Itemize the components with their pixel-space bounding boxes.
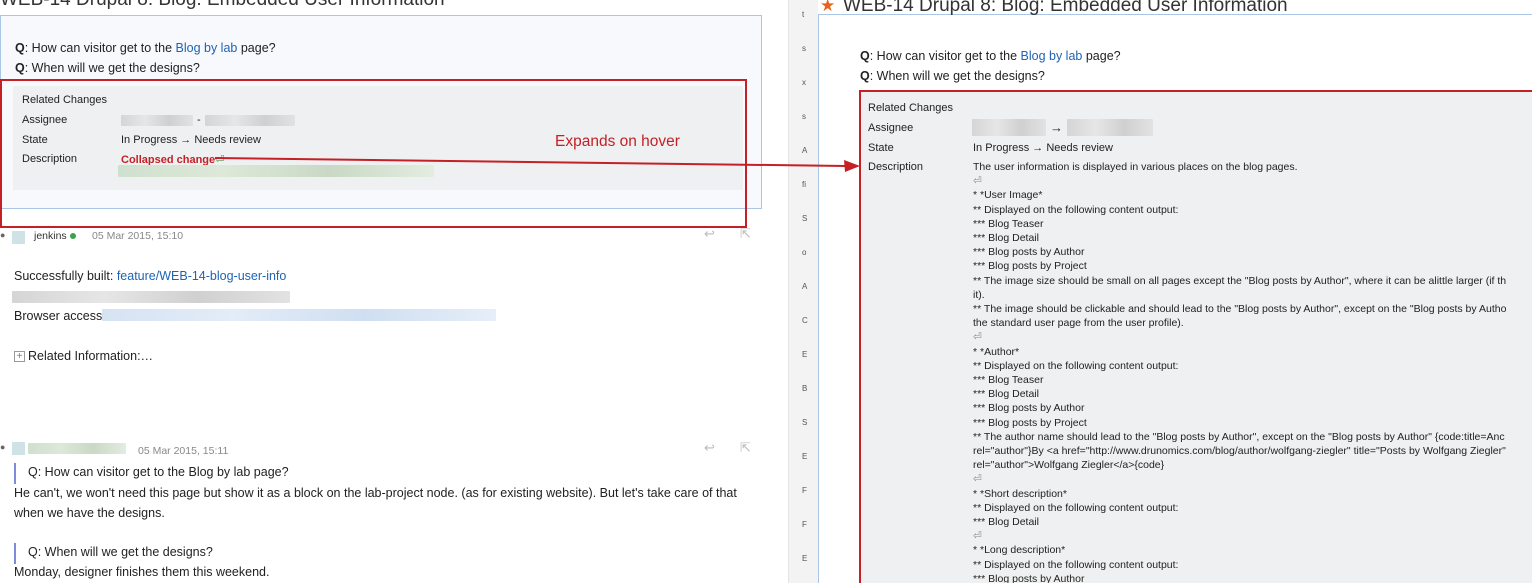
comment-1-meta: jenkins [34,230,76,242]
q-text-end: page? [237,41,276,55]
question-2: Q: When will we get the designs? [15,61,200,75]
avatar [12,231,25,244]
left-issue-title: WEB-14 Drupal 8: Blog: Embedded User Inf… [0,0,445,11]
browser-access-link-redacted[interactable] [102,309,496,321]
q-prefix: Q [860,49,870,63]
answer-2: Monday, designer finishes them this week… [14,565,270,579]
answer-1-line-2: when we have the designs. [14,506,165,520]
strip-char: x [802,78,806,87]
browser-access-label: Browser access: [14,309,106,323]
reply-icon[interactable]: ↩ [704,440,715,456]
strip-char: C [802,316,808,325]
build-status-text: Successfully built: [14,269,117,283]
comment-author[interactable]: jenkins [34,230,67,242]
build-url-redacted [12,291,290,303]
background-list-strip [788,0,818,583]
comment-2-date: 05 Mar 2015, 15:11 [138,445,229,457]
strip-char: F [802,520,807,529]
strip-char: S [802,418,808,427]
q-text: : When will we get the designs? [869,69,1045,83]
quote-bar [14,463,16,484]
q-text: : How can visitor get to the [24,41,176,55]
q-prefix: Q [15,41,25,55]
q-text-end: page? [1082,49,1121,63]
screenshot-root: WEB-14 Drupal 8: Blog: Embedded User Inf… [0,0,1532,583]
related-info-text: Related Information:… [28,349,154,363]
q-prefix: Q [15,61,25,75]
comment-1-date: 05 Mar 2015, 15:10 [92,230,184,242]
strip-char: S [802,214,808,223]
question-1: Q: How can visitor get to the Blog by la… [15,41,276,55]
edge-mark: ● [0,442,6,452]
q-prefix: Q [860,69,870,83]
strip-char: t [802,10,805,19]
online-status-icon [69,233,76,240]
annotation-box-expanded [859,90,1532,583]
edge-mark: ● [0,230,6,240]
reply-icon[interactable]: ↩ [704,226,715,242]
blog-by-lab-link[interactable]: Blog by lab [1021,49,1083,63]
star-icon[interactable]: ★ [820,0,835,16]
annotation-box-collapsed [0,79,747,228]
strip-char: E [802,350,808,359]
answer-1-line-1: He can't, we won't need this page but sh… [14,486,737,500]
right-issue-title: WEB-14 Drupal 8: Blog: Embedded User Inf… [843,0,1288,16]
strip-char: A [802,146,808,155]
strip-char: o [802,248,807,257]
strip-char: A [802,282,808,291]
strip-char: B [802,384,808,393]
avatar [12,442,25,455]
quote-bar [14,543,16,564]
share-icon[interactable]: ⇱ [740,226,751,242]
blog-by-lab-link[interactable]: Blog by lab [176,41,238,55]
build-branch-link[interactable]: feature/WEB-14-blog-user-info [117,269,287,283]
quote-1: Q: How can visitor get to the Blog by la… [28,465,289,479]
q-text: : How can visitor get to the [869,49,1021,63]
share-icon[interactable]: ⇱ [740,440,751,456]
strip-char: E [802,452,808,461]
related-information-toggle[interactable]: + Related Information:… [14,349,153,363]
strip-char: E [802,554,808,563]
left-issue-pane: WEB-14 Drupal 8: Blog: Embedded User Inf… [0,0,788,583]
strip-char: fi [802,180,806,189]
comment-2-author-redacted[interactable] [28,443,126,454]
expand-plus-icon[interactable]: + [14,351,25,363]
q-text: : When will we get the designs? [24,61,200,75]
question-1: Q: How can visitor get to the Blog by la… [860,49,1121,63]
quote-2: Q: When will we get the designs? [28,545,213,559]
build-status: Successfully built: feature/WEB-14-blog-… [14,269,286,283]
question-2: Q: When will we get the designs? [860,69,1045,83]
strip-char: s [802,112,806,121]
strip-char: F [802,486,807,495]
annotation-expands-on-hover: Expands on hover [555,133,680,150]
strip-char: s [802,44,806,53]
